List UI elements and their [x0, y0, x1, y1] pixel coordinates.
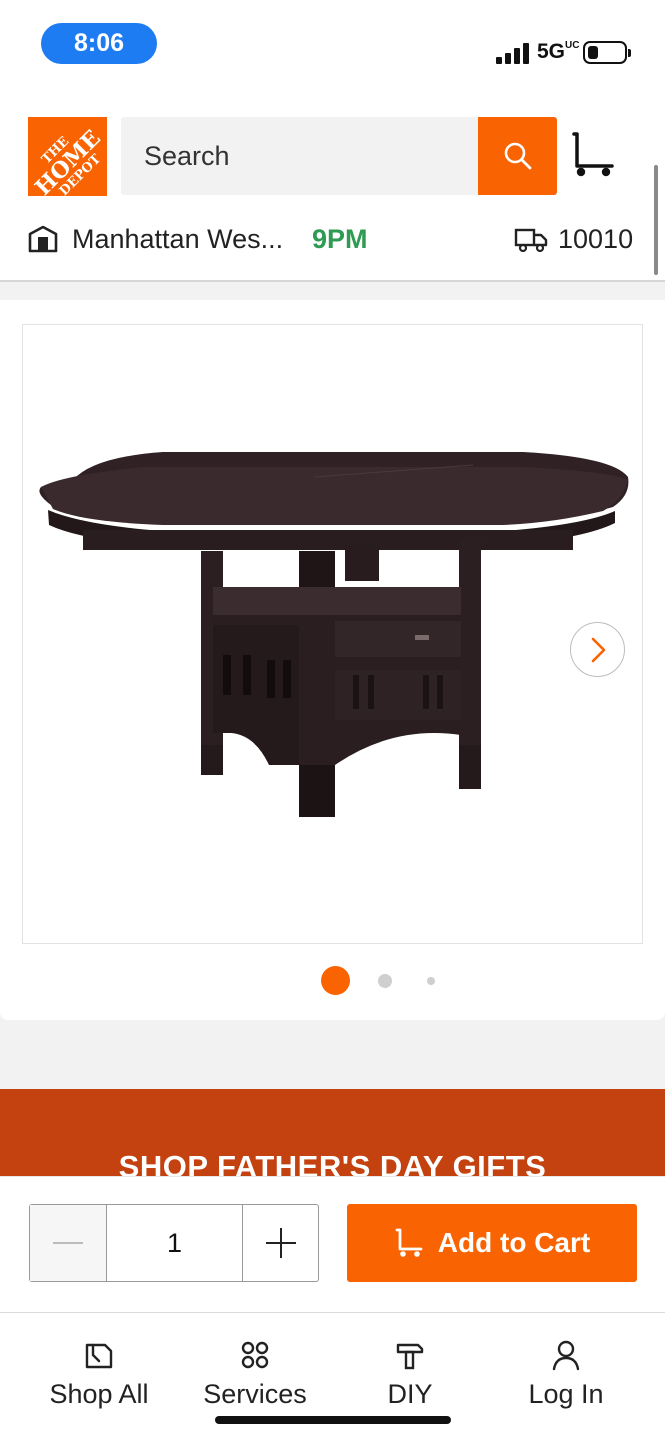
add-to-cart-button[interactable]: Add to Cart	[347, 1204, 637, 1282]
status-time: 8:06	[41, 23, 157, 64]
store-icon	[28, 225, 58, 253]
account-icon	[552, 1340, 580, 1371]
search-input[interactable]: Search	[121, 117, 478, 195]
signal-icon	[496, 42, 529, 64]
shop-all-icon	[85, 1343, 113, 1369]
nav-label: Shop All	[49, 1379, 149, 1409]
home-indicator[interactable]	[215, 1416, 451, 1424]
search-icon	[504, 142, 531, 170]
services-icon	[241, 1341, 269, 1369]
search-button[interactable]	[478, 117, 557, 195]
nav-log-in[interactable]: Log In	[483, 1313, 649, 1440]
plus-icon	[265, 1228, 296, 1258]
network-type: 5GUC	[537, 40, 580, 63]
increase-quantity-button[interactable]	[243, 1205, 318, 1281]
nav-shop-all[interactable]: Shop All	[16, 1313, 182, 1440]
cart-icon[interactable]	[568, 130, 618, 180]
quantity-value[interactable]: 1	[107, 1205, 243, 1281]
nav-label: Log In	[528, 1379, 604, 1409]
cart-icon	[395, 1228, 423, 1257]
quantity-stepper[interactable]: 1	[29, 1204, 319, 1282]
product-table-image	[39, 452, 629, 817]
decrease-quantity-button[interactable]	[30, 1205, 107, 1281]
battery-icon	[583, 41, 631, 64]
nav-label: Services	[203, 1379, 307, 1409]
status-bar: 8:06 5GUC	[0, 0, 665, 90]
product-image[interactable]	[22, 324, 643, 944]
pagination-dot[interactable]	[378, 974, 392, 988]
chevron-right-icon	[591, 637, 605, 662]
next-image-button[interactable]	[570, 622, 625, 677]
pagination-dot[interactable]	[427, 977, 435, 985]
minus-icon	[53, 1242, 83, 1244]
truck-icon	[514, 228, 548, 253]
home-depot-logo[interactable]: THE HOME DEPOT	[28, 117, 107, 196]
store-hours: 9PM	[312, 224, 368, 254]
diy-icon	[396, 1343, 424, 1370]
promo-banner[interactable]: SHOP FATHER'S DAY GIFTS	[0, 1089, 665, 1179]
image-pagination[interactable]	[0, 966, 665, 996]
logo-text: THE HOME DEPOT	[30, 125, 106, 196]
store-row[interactable]: Manhattan Wes... 9PM 10010	[0, 210, 665, 270]
nav-label: DIY	[387, 1379, 433, 1409]
delivery-zip[interactable]: 10010	[558, 224, 633, 255]
scrollbar[interactable]	[654, 165, 658, 275]
store-name[interactable]: Manhattan Wes...	[72, 224, 283, 255]
pagination-dot-active[interactable]	[321, 966, 350, 995]
promo-text: SHOP FATHER'S DAY GIFTS	[118, 1149, 547, 1179]
add-to-cart-label: Add to Cart	[437, 1227, 591, 1258]
